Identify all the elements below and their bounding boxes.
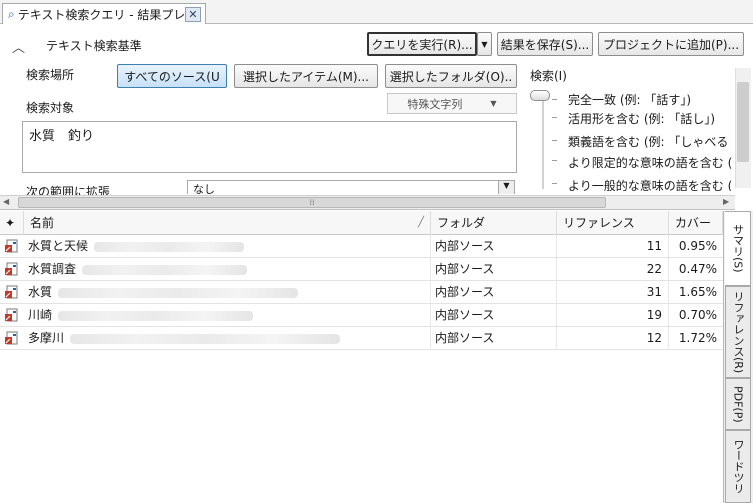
tab-references[interactable]: リファレンス(R) (725, 286, 751, 378)
selected-folders-button[interactable]: 選択したフォルダ(O).. (385, 64, 517, 88)
option-generalizations[interactable]: より一般的な意味の語を含む ( (568, 177, 732, 191)
row-coverage: 1.72% (678, 331, 717, 345)
horizontal-scroll-thumb[interactable]: ⁞⁞ (18, 197, 606, 208)
tab-summary-label: サマリ(S) (731, 224, 745, 273)
slider-tick (552, 117, 557, 118)
document-source-icon (5, 285, 18, 299)
slider-tick (552, 99, 557, 100)
tab-word-tree-label: ワードツリ (732, 439, 745, 494)
row-name-cell: 水質調査 (24, 258, 431, 281)
search-mode-slider-handle[interactable] (530, 90, 550, 101)
option-synonyms[interactable]: 類義語を含む (例: 「しゃべる (568, 133, 728, 150)
row-references: 11 (557, 235, 669, 258)
search-target-label: 検索対象 (26, 101, 75, 115)
redacted-text (94, 241, 245, 252)
row-name: 水質 (28, 285, 53, 299)
table-row[interactable]: 水質調査 内部ソース 22 0.47% (0, 258, 723, 281)
document-source-icon (5, 262, 18, 276)
column-header-coverage[interactable]: カバー (669, 211, 723, 235)
run-query-dropdown-icon[interactable]: ▼ (477, 32, 492, 56)
table-row[interactable]: 川崎 内部ソース 19 0.70% (0, 304, 723, 327)
row-folder: 内部ソース (431, 281, 557, 304)
document-source-icon (5, 239, 18, 253)
close-tab-icon[interactable]: ✕ (185, 7, 201, 22)
redacted-text (70, 333, 341, 344)
row-name-cell: 水質と天候 (24, 235, 431, 258)
search-query-icon: ⌕ (8, 7, 15, 21)
scroll-right-icon[interactable]: ▶ (723, 197, 729, 206)
query-results-tab[interactable]: ⌕ テキスト検索クエリ - 結果プレビ (2, 3, 206, 25)
redacted-text (82, 264, 248, 275)
option-specializations[interactable]: より限定的な意味の語を含む ( (568, 154, 732, 171)
search-location-label: 検索場所 (26, 68, 75, 82)
search-mode-label: 検索(I) (530, 69, 567, 83)
row-folder: 内部ソース (431, 327, 557, 350)
row-name-cell: 多摩川 (24, 327, 431, 350)
tab-summary[interactable]: サマリ(S) (725, 211, 751, 286)
slider-tick (552, 160, 557, 161)
search-text-input[interactable]: 水質 釣り (22, 121, 517, 173)
chevron-down-icon: ▼ (490, 99, 497, 108)
tab-references-label: リファレンス(R) (732, 290, 745, 374)
extend-range-select[interactable]: なし (187, 180, 515, 194)
row-references: 31 (557, 281, 669, 304)
tab-pdf-label: PDF(P) (731, 385, 745, 423)
collapse-icon[interactable]: ︿ (12, 37, 25, 56)
table-row[interactable]: 多摩川 内部ソース 12 1.72% (0, 327, 723, 350)
run-query-button[interactable]: クエリを実行(R)... (367, 32, 477, 56)
extend-range-label: 次の範囲に拡張 (26, 185, 111, 195)
column-header-folder[interactable]: フォルダ (431, 211, 557, 235)
results-table-header: ✦ 名前 ╱ フォルダ リファレンス カバー (0, 211, 723, 235)
scroll-left-icon[interactable]: ◀ (3, 197, 9, 206)
slider-tick (552, 183, 557, 184)
row-name: 水質と天候 (28, 239, 89, 253)
search-mode-slider-track (542, 93, 544, 189)
row-folder: 内部ソース (431, 258, 557, 281)
table-row[interactable]: 水質と天候 内部ソース 11 0.95% (0, 235, 723, 258)
redacted-text (58, 287, 299, 298)
row-coverage: 0.47% (678, 262, 717, 276)
table-row[interactable]: 水質 内部ソース 31 1.65% (0, 281, 723, 304)
row-name: 川崎 (28, 308, 53, 322)
row-name-cell: 川崎 (24, 304, 431, 327)
selected-items-button[interactable]: 選択したアイテム(M)... (234, 64, 378, 88)
row-coverage: 1.65% (678, 285, 717, 299)
pin-column-icon[interactable]: ✦ (0, 211, 24, 235)
special-chars-label: 特殊文字列 (407, 97, 463, 111)
option-stemmed[interactable]: 活用形を含む (例: 「話し」) (568, 110, 715, 127)
option-exact-match[interactable]: 完全一致 (例: 「話す」) (568, 91, 691, 108)
column-header-references[interactable]: リファレンス (557, 211, 669, 235)
all-sources-button[interactable]: すべてのソース(U (117, 64, 227, 88)
redacted-text (58, 310, 254, 321)
row-folder: 内部ソース (431, 235, 557, 258)
row-references: 12 (557, 327, 669, 350)
row-name: 多摩川 (28, 331, 65, 345)
save-results-button[interactable]: 結果を保存(S)... (497, 32, 593, 56)
tab-pdf[interactable]: PDF(P) (725, 378, 751, 430)
criteria-scroll-thumb[interactable] (737, 82, 749, 162)
add-to-project-button[interactable]: プロジェクトに追加(P)... (598, 32, 744, 56)
row-coverage: 0.70% (678, 308, 717, 322)
slider-tick (552, 140, 557, 141)
special-characters-dropdown[interactable]: 特殊文字列 ▼ (387, 93, 517, 114)
section-title: テキスト検索基準 (46, 39, 142, 53)
row-folder: 内部ソース (431, 304, 557, 327)
tab-title: テキスト検索クエリ - 結果プレビ (17, 8, 198, 22)
document-source-icon (5, 308, 18, 322)
row-references: 19 (557, 304, 669, 327)
document-source-icon (5, 331, 18, 345)
chevron-down-icon[interactable]: ▼ (498, 181, 514, 194)
column-name-label: 名前 (30, 216, 55, 230)
row-coverage: 0.95% (678, 239, 717, 253)
column-header-name[interactable]: 名前 ╱ (24, 211, 431, 235)
row-name-cell: 水質 (24, 281, 431, 304)
sort-icon: ╱ (417, 217, 424, 228)
row-references: 22 (557, 258, 669, 281)
row-name: 水質調査 (28, 262, 77, 276)
tab-word-tree[interactable]: ワードツリ (725, 430, 751, 503)
